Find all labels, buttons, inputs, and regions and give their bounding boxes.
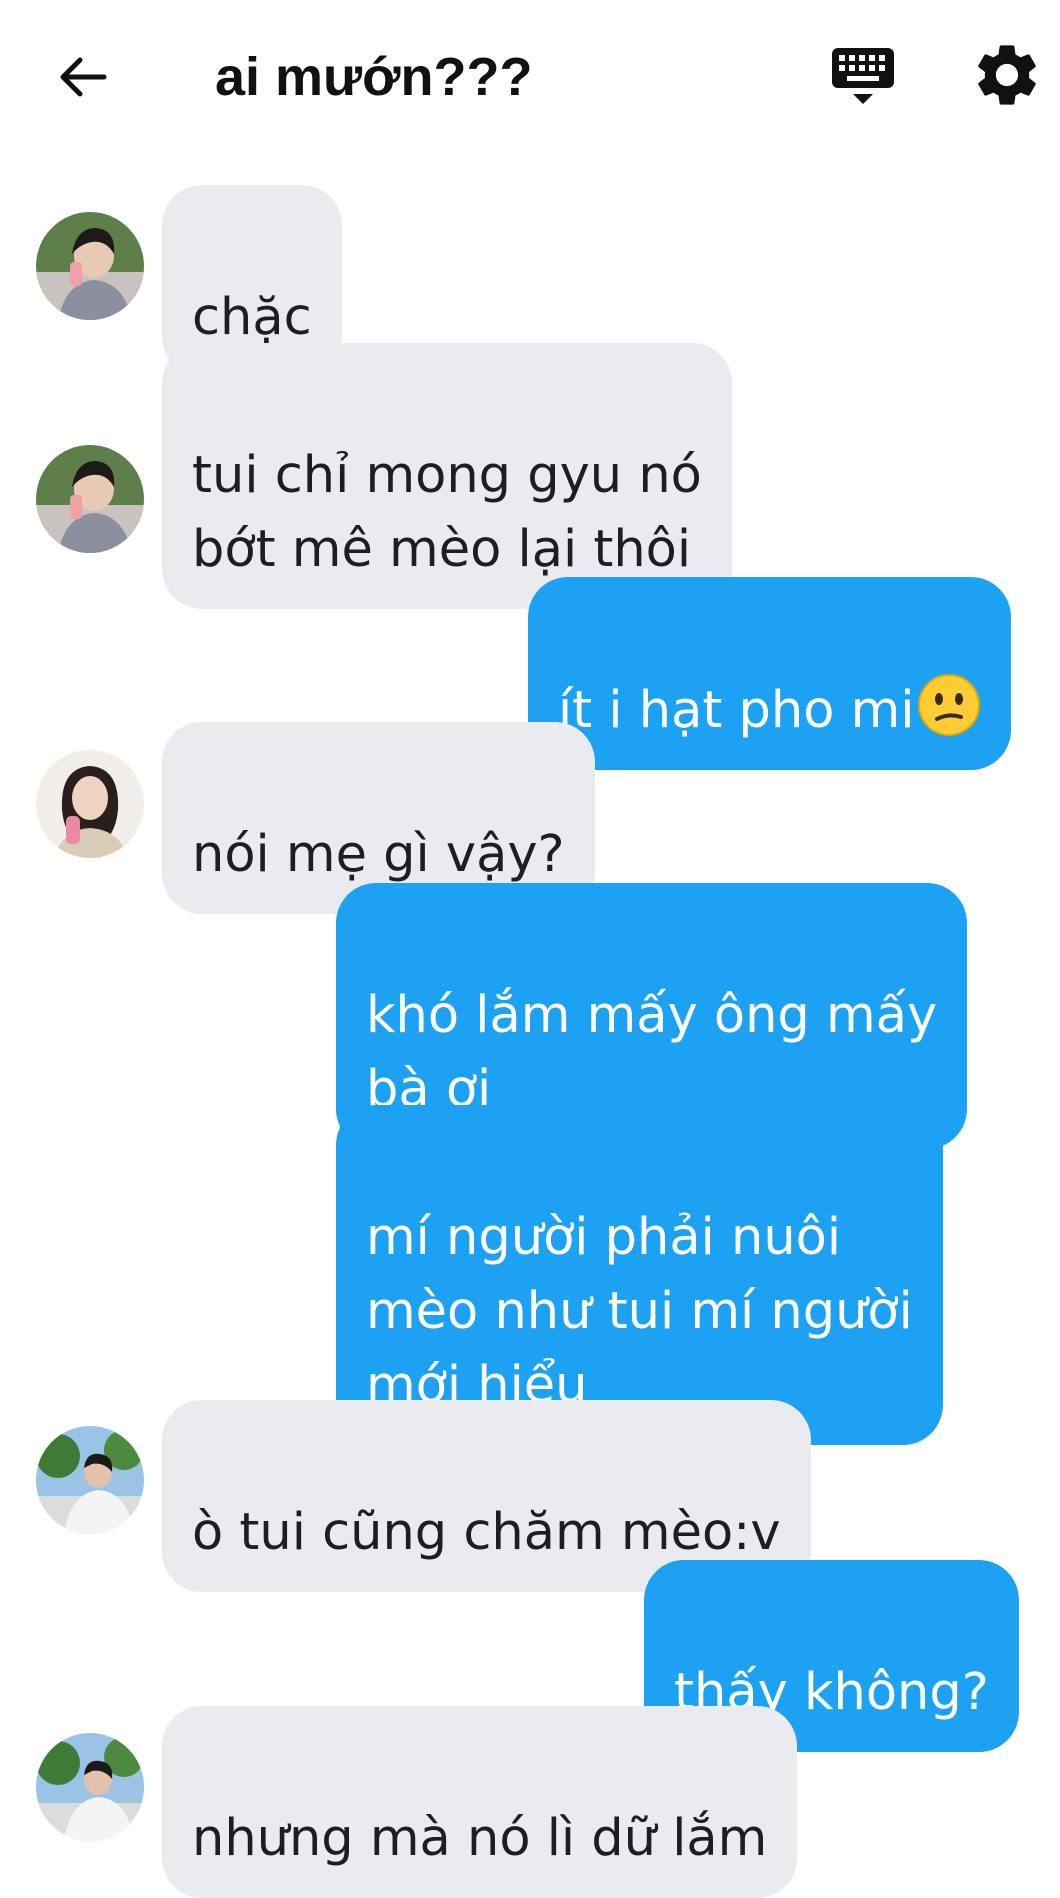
- avatar[interactable]: [36, 1733, 144, 1841]
- message-text: khó lắm mấy ông mấy bà ơi: [366, 986, 938, 1119]
- message-text: ò tui cũng chăm mèo:v: [192, 1503, 781, 1562]
- message-text: mí người phải nuôi mèo như tui mí người …: [366, 1208, 913, 1415]
- message-bubble-incoming[interactable]: tui chỉ mong gyu nó bớt mê mèo lại thôi: [162, 343, 732, 609]
- back-button[interactable]: [48, 42, 118, 112]
- message-bubble-outgoing[interactable]: mí người phải nuôi mèo như tui mí người …: [336, 1105, 943, 1445]
- message-bubble-incoming[interactable]: nhưng mà nó lì dữ lắm: [162, 1706, 798, 1898]
- avatar-photo-icon: [36, 1733, 144, 1841]
- message-text: nhưng mà nó lì dữ lắm: [192, 1809, 768, 1868]
- keyboard-icon: [832, 48, 894, 104]
- avatar-photo-icon: [36, 750, 144, 858]
- avatar[interactable]: [36, 212, 144, 320]
- message-text: tui chỉ mong gyu nó bớt mê mèo lại thôi: [192, 446, 702, 579]
- arrow-left-icon: [60, 57, 107, 97]
- keyboard-button[interactable]: [828, 44, 898, 114]
- message-text: chặc: [192, 288, 312, 347]
- chat-header: ai mướn???: [0, 0, 1060, 160]
- confused-face-emoji-icon: [917, 674, 980, 736]
- avatar[interactable]: [36, 750, 144, 858]
- settings-button[interactable]: [970, 38, 1044, 112]
- message-bubble-outgoing[interactable]: ít i hạt pho mi: [528, 577, 1011, 770]
- avatar-photo-icon: [36, 445, 144, 553]
- avatar[interactable]: [36, 1426, 144, 1534]
- chat-title: ai mướn???: [215, 47, 533, 107]
- avatar-photo-icon: [36, 1426, 144, 1534]
- message-list[interactable]: chặc tui chỉ mong gyu nó bớt mê mèo lại …: [0, 160, 1060, 1898]
- avatar[interactable]: [36, 445, 144, 553]
- gear-icon: [978, 45, 1036, 105]
- message-text: nói mẹ gì vậy?: [192, 825, 565, 884]
- message-text: ít i hạt pho mi: [558, 681, 915, 740]
- avatar-photo-icon: [36, 212, 144, 320]
